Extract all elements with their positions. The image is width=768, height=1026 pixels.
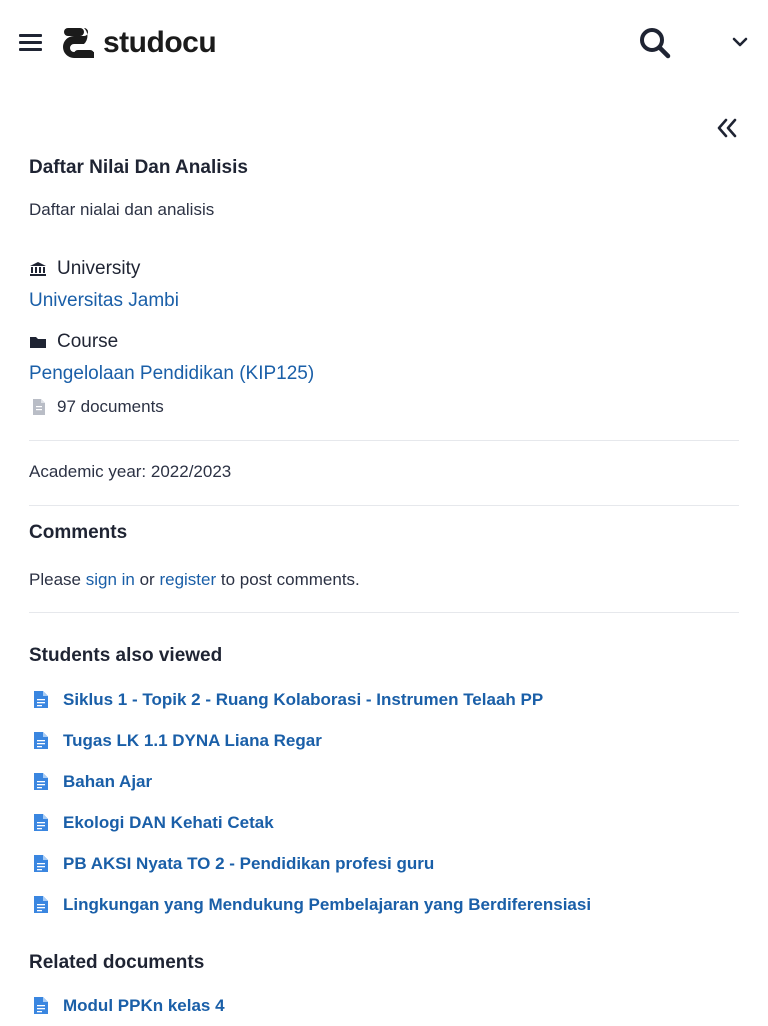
list-item-label: Ekologi DAN Kehati Cetak (63, 812, 274, 832)
academic-year: Academic year: 2022/2023 (29, 462, 232, 481)
top-header: studocu (0, 0, 768, 86)
logo-text: studocu (103, 26, 217, 59)
list-item[interactable]: Bahan Ajar (29, 761, 591, 802)
university-link[interactable]: Universitas Jambi (29, 290, 179, 312)
document-file-icon (33, 731, 49, 750)
comments-or: or (139, 570, 155, 589)
sign-in-link[interactable]: sign in (86, 570, 135, 589)
document-file-icon (33, 854, 49, 873)
list-item-label: Siklus 1 - Topik 2 - Ruang Kolaborasi - … (63, 689, 544, 709)
university-label: University (57, 258, 141, 279)
students-also-viewed-list: Siklus 1 - Topik 2 - Ruang Kolaborasi - … (29, 679, 591, 925)
document-count-icon (31, 398, 47, 416)
comments-heading: Comments (29, 522, 128, 543)
list-item[interactable]: Siklus 1 - Topik 2 - Ruang Kolaborasi - … (29, 679, 591, 720)
comments-prompt: Please sign in or register to post comme… (29, 570, 360, 590)
list-item[interactable]: PB AKSI Nyata TO 2 - Pendidikan profesi … (29, 843, 591, 884)
folder-icon (29, 334, 47, 350)
list-item-label: Modul PPKn kelas 4 (63, 995, 225, 1015)
search-icon[interactable] (638, 26, 672, 60)
list-item-label: PB AKSI Nyata TO 2 - Pendidikan profesi … (63, 853, 435, 873)
hamburger-menu-icon[interactable] (19, 34, 42, 52)
document-file-icon (33, 813, 49, 832)
divider (29, 440, 739, 441)
comments-suffix: to post comments. (220, 570, 360, 589)
document-count: 97 documents (29, 397, 164, 417)
comments-prefix: Please (29, 570, 81, 589)
course-label-row: Course (29, 331, 118, 353)
document-file-icon (33, 996, 49, 1015)
studocu-logo[interactable]: studocu (60, 25, 217, 61)
document-file-icon (33, 690, 49, 709)
related-documents-heading: Related documents (29, 952, 205, 973)
list-item-label: Tugas LK 1.1 DYNA Liana Regar (63, 730, 322, 750)
course-label: Course (57, 331, 119, 352)
list-item[interactable]: Tugas LK 1.1 DYNA Liana Regar (29, 720, 591, 761)
collapse-sidebar-icon[interactable] (715, 116, 741, 140)
university-building-icon (29, 261, 47, 277)
document-file-icon (33, 772, 49, 791)
list-item[interactable]: Ekologi DAN Kehati Cetak (29, 802, 591, 843)
studocu-logo-mark-icon (63, 28, 94, 58)
list-item-label: Lingkungan yang Mendukung Pembelajaran y… (63, 894, 592, 914)
divider (29, 612, 739, 613)
document-count-text: 97 documents (57, 397, 164, 416)
students-also-viewed-heading: Students also viewed (29, 645, 223, 666)
chevron-down-icon[interactable] (728, 33, 752, 53)
divider (29, 505, 739, 506)
list-item[interactable]: Lingkungan yang Mendukung Pembelajaran y… (29, 884, 591, 925)
list-item[interactable]: Modul PPKn kelas 4 (29, 985, 225, 1026)
related-documents-list: Modul PPKn kelas 4 (29, 985, 225, 1026)
register-link[interactable]: register (159, 570, 216, 589)
document-description: Daftar nialai dan analisis (29, 200, 215, 219)
university-label-row: University (29, 258, 140, 280)
course-link[interactable]: Pengelolaan Pendidikan (KIP125) (29, 363, 314, 385)
document-title: Daftar Nilai Dan Analisis (29, 157, 248, 178)
list-item-label: Bahan Ajar (63, 771, 153, 791)
document-file-icon (33, 895, 49, 914)
